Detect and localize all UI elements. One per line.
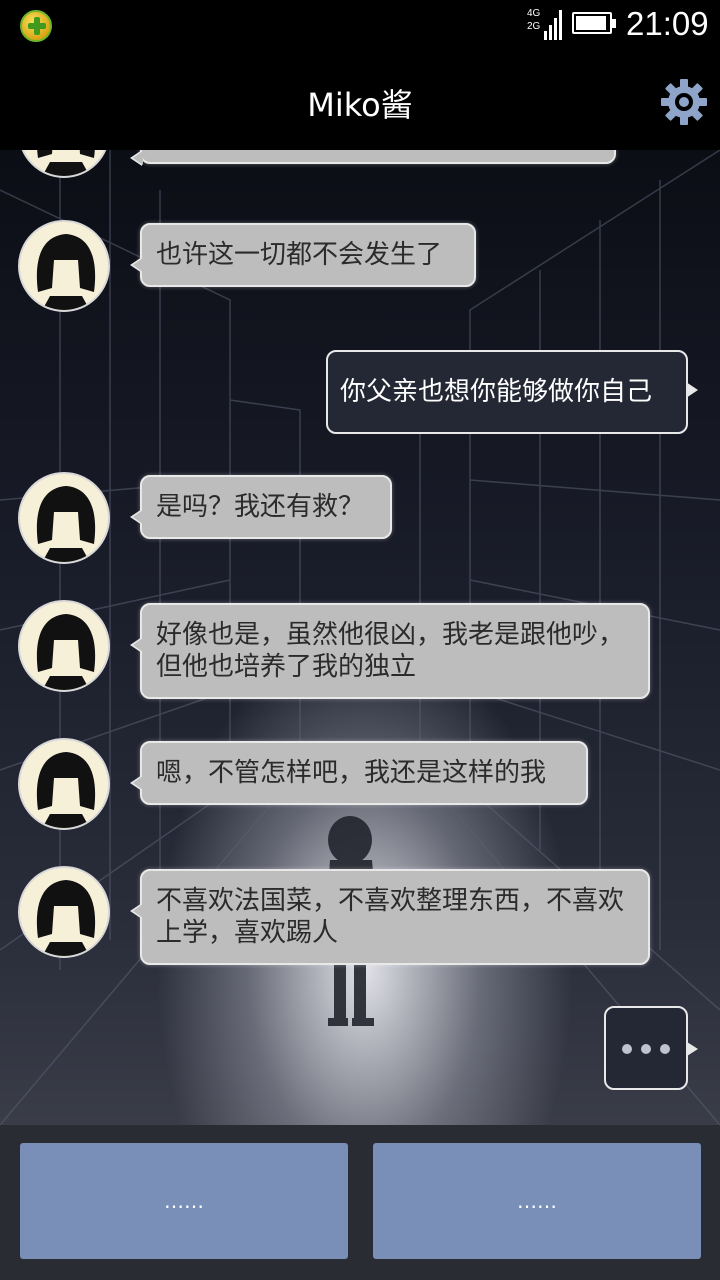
- avatar[interactable]: [18, 220, 110, 312]
- avatar[interactable]: [18, 600, 110, 692]
- typing-dot: [641, 1044, 651, 1054]
- typing-dot: [660, 1044, 670, 1054]
- message-bubble: 好像也是，虽然他很凶，我老是跟他吵，但他也培养了我的独立: [130, 603, 650, 699]
- chat-area[interactable]: 也许这一切都不会发生了 你父亲也想你能够做你自己 是吗？我还有救？ 好像也是，虽…: [0, 150, 720, 1125]
- typing-dots-icon: [604, 1006, 698, 1090]
- avatar[interactable]: [18, 738, 110, 830]
- chat-title: Miko酱: [307, 86, 413, 124]
- reply-choice-button[interactable]: ……: [373, 1143, 701, 1259]
- gear-icon[interactable]: [660, 78, 708, 126]
- title-bar: Miko酱: [0, 50, 720, 150]
- network-type-top: 4G: [527, 8, 541, 19]
- battery-level: [576, 16, 607, 30]
- network-type-bottom: 2G: [527, 21, 541, 32]
- avatar-image: [36, 234, 96, 310]
- typing-dot: [622, 1044, 632, 1054]
- message-bubble: [130, 150, 616, 166]
- outgoing-message-bubble: 你父亲也想你能够做你自己: [326, 350, 698, 434]
- avatar-image: [36, 614, 96, 690]
- avatar[interactable]: [18, 472, 110, 564]
- avatar-image: [36, 486, 96, 562]
- message-bubble: 是吗？我还有救？: [130, 475, 392, 539]
- avatar-image: [36, 752, 96, 828]
- status-time: 21:09: [626, 5, 709, 42]
- reply-choices-panel: …… ……: [0, 1125, 720, 1280]
- battery-icon: [572, 12, 616, 34]
- avatar-image: [36, 880, 96, 956]
- avatar[interactable]: [18, 866, 110, 958]
- app-notification-icon: [20, 10, 52, 42]
- message-bubble: 不喜欢法国菜，不喜欢整理东西，不喜欢上学，喜欢踢人: [130, 869, 650, 965]
- network-type: 4G 2G: [527, 7, 540, 33]
- status-bar: 4G 2G 21:09: [0, 0, 720, 50]
- signal-icon: [544, 10, 562, 40]
- message-bubble: 嗯，不管怎样吧，我还是这样的我: [130, 741, 588, 805]
- message-bubble: 也许这一切都不会发生了: [130, 223, 476, 287]
- reply-choice-button[interactable]: ……: [20, 1143, 348, 1259]
